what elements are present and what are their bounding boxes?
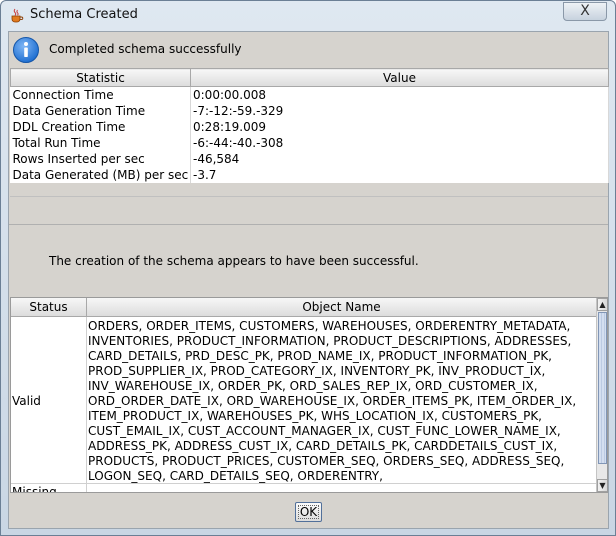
- completion-message: Completed schema successfully: [49, 42, 242, 56]
- info-icon: [13, 37, 39, 63]
- table-row[interactable]: DDL Creation Time 0:28:19.009: [10, 119, 609, 135]
- row-separator: [11, 483, 596, 484]
- value-column-header[interactable]: Value: [190, 68, 609, 87]
- statistic-value: -7:-12:-59.-329: [190, 103, 609, 119]
- object-name-line: ORD_ORDER_DATE_IX, ORD_WAREHOUSE_IX, ORD…: [88, 394, 577, 408]
- objects-table: Status Object Name Valid ORDERS, ORDER_I…: [10, 297, 608, 493]
- object-name-line: INV_WAREHOUSE_IX, ORDER_PK, ORD_SALES_RE…: [88, 379, 538, 393]
- object-name-line: ITEM_PRODUCT_IX, WAREHOUSES_PK, WHS_LOCA…: [88, 409, 542, 423]
- valid-object-names[interactable]: ORDERS, ORDER_ITEMS, CUSTOMERS, WAREHOUS…: [88, 319, 595, 484]
- arrow-up-icon[interactable]: ▲: [597, 298, 607, 311]
- statistic-value: -46,584: [190, 151, 609, 167]
- object-name-line: PROD_SUPPLIER_IX, PROD_CATEGORY_IX, INVE…: [88, 364, 546, 378]
- statistic-value: 0:28:19.009: [190, 119, 609, 135]
- dialog-content: Completed schema successfully Statistic …: [8, 31, 609, 529]
- statistic-name: Rows Inserted per sec: [10, 151, 191, 167]
- statistic-name: Data Generated (MB) per sec: [10, 167, 191, 183]
- divider: [9, 224, 608, 225]
- object-name-line: CUST_EMAIL_IX, CUST_ACCOUNT_MANAGER_IX, …: [88, 424, 561, 438]
- close-button[interactable]: X: [563, 2, 607, 21]
- vertical-scrollbar[interactable]: ▲ ▼: [596, 298, 607, 492]
- java-cup-icon: [11, 8, 24, 23]
- arrow-down-icon[interactable]: ▼: [597, 479, 607, 492]
- result-message: The creation of the schema appears to ha…: [49, 254, 419, 268]
- object-name-column-header[interactable]: Object Name: [87, 298, 596, 317]
- table-row[interactable]: Total Run Time -6:-44:-40.-308: [10, 135, 609, 151]
- statistic-name: Connection Time: [10, 86, 191, 103]
- statistic-value: -3.7: [190, 167, 609, 183]
- object-name-line: ADDRESS_PK, ADDRESS_CUST_IX, CARD_DETAIL…: [88, 439, 558, 453]
- table-empty-area: [10, 196, 608, 225]
- statistic-column-header[interactable]: Statistic: [10, 68, 191, 87]
- statistic-value: 0:00:00.008: [190, 86, 609, 103]
- scrollbar-thumb[interactable]: [598, 312, 607, 464]
- status-valid: Valid: [12, 394, 41, 408]
- object-name-line: PRODUCTS, PRODUCT_PRICES, CUSTOMER_SEQ, …: [88, 454, 565, 468]
- ok-button[interactable]: OK: [295, 502, 322, 522]
- statistic-value: -6:-44:-40.-308: [190, 135, 609, 151]
- table-row[interactable]: Data Generation Time -7:-12:-59.-329: [10, 103, 609, 119]
- statistic-name: Total Run Time: [10, 135, 191, 151]
- table-row[interactable]: Rows Inserted per sec -46,584: [10, 151, 609, 167]
- table-row[interactable]: Connection Time 0:00:00.008: [10, 86, 609, 103]
- statistic-name: DDL Creation Time: [10, 119, 191, 135]
- statistic-name: Data Generation Time: [10, 103, 191, 119]
- object-name-line: CARD_DETAILS, PRD_DESC_PK, PROD_NAME_IX,…: [88, 349, 552, 363]
- column-divider: [86, 317, 87, 492]
- object-name-line: ORDERS, ORDER_ITEMS, CUSTOMERS, WAREHOUS…: [88, 319, 571, 333]
- status-column-header[interactable]: Status: [11, 298, 87, 317]
- dialog-window: Schema Created X Completed schema succes…: [0, 0, 616, 536]
- title-bar[interactable]: Schema Created X: [1, 1, 615, 31]
- status-missing: Missing: [12, 485, 57, 493]
- object-name-line: INVENTORIES, PRODUCT_INFORMATION, PRODUC…: [88, 334, 572, 348]
- statistics-table: Statistic Value Connection Time 0:00:00.…: [10, 68, 609, 183]
- window-title: Schema Created: [30, 7, 138, 22]
- object-name-line: LOGON_SEQ, CARD_DETAILS_SEQ, ORDERENTRY,: [88, 469, 383, 483]
- table-row[interactable]: Data Generated (MB) per sec -3.7: [10, 167, 609, 183]
